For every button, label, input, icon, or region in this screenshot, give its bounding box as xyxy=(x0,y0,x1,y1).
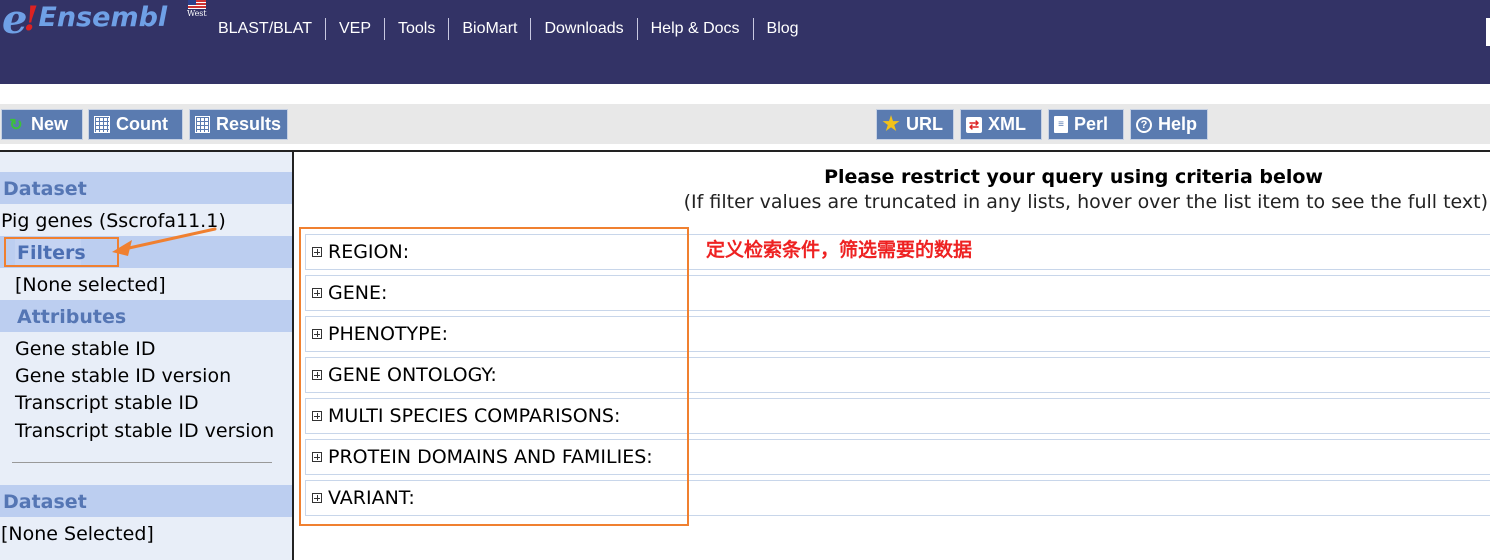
xml-button[interactable]: ⇄ XML xyxy=(960,109,1042,140)
filters-value[interactable]: [None selected] xyxy=(15,273,166,297)
expand-icon[interactable] xyxy=(312,329,322,339)
attribute-item[interactable]: Transcript stable ID version xyxy=(15,419,274,443)
nav-help-docs[interactable]: Help & Docs xyxy=(636,18,753,40)
expand-icon[interactable] xyxy=(312,370,322,380)
filter-section-variant[interactable]: VARIANT: xyxy=(305,480,1490,516)
count-button-label: Count xyxy=(116,114,168,134)
ensembl-header: e ! Ensembl West BLAST/BLAT VEP Tools Bi… xyxy=(0,0,1490,84)
nav-blog[interactable]: Blog xyxy=(752,18,812,40)
filter-section-multi-species[interactable]: MULTI SPECIES COMPARISONS: xyxy=(305,398,1490,434)
nav-vep[interactable]: VEP xyxy=(324,18,384,40)
page-title: Please restrict your query using criteri… xyxy=(824,166,1323,188)
expand-icon[interactable] xyxy=(312,247,322,257)
perl-button-label: Perl xyxy=(1074,114,1109,134)
count-button[interactable]: Count xyxy=(88,109,183,140)
results-button[interactable]: Results xyxy=(189,109,288,140)
expand-icon[interactable] xyxy=(312,493,322,503)
filter-section-label: GENE ONTOLOGY: xyxy=(328,364,497,386)
page-subtitle: (If filter values are truncated in any l… xyxy=(683,191,1488,213)
sidebar-separator xyxy=(12,462,272,463)
filter-section-label: PHENOTYPE: xyxy=(328,323,448,345)
star-icon: ★ xyxy=(882,114,900,135)
filter-section-label: PROTEIN DOMAINS AND FAMILIES: xyxy=(328,446,653,468)
filter-section-protein-domains[interactable]: PROTEIN DOMAINS AND FAMILIES: xyxy=(305,439,1490,475)
biomart-toolbar: ↻ New Count Results ★ URL ⇄ XML ≡ Perl ?… xyxy=(0,104,1490,144)
attributes-heading[interactable]: Attributes xyxy=(0,300,292,332)
attribute-item[interactable]: Gene stable ID xyxy=(15,337,155,361)
xml-file-icon: ⇄ xyxy=(966,116,982,133)
expand-icon[interactable] xyxy=(312,452,322,462)
url-button[interactable]: ★ URL xyxy=(876,109,954,140)
dataset-heading[interactable]: Dataset xyxy=(0,172,292,204)
ensembl-logo[interactable]: e ! Ensembl xyxy=(2,0,167,40)
us-flag-icon: West xyxy=(187,0,209,20)
logo-name: Ensembl xyxy=(38,2,168,33)
dataset2-value[interactable]: [None Selected] xyxy=(1,522,154,546)
filter-section-phenotype[interactable]: PHENOTYPE: xyxy=(305,316,1490,352)
question-icon: ? xyxy=(1136,116,1152,133)
filter-section-gene[interactable]: GENE: xyxy=(305,275,1490,311)
help-button-label: Help xyxy=(1158,114,1198,134)
dataset2-heading[interactable]: Dataset xyxy=(0,485,292,517)
search-box-edge[interactable] xyxy=(1486,18,1490,46)
help-button[interactable]: ? Help xyxy=(1130,109,1208,140)
url-button-label: URL xyxy=(906,114,943,134)
attribute-item[interactable]: Transcript stable ID xyxy=(15,391,199,415)
site-region-label: West xyxy=(187,9,207,18)
annotation-arrow-icon xyxy=(112,227,217,256)
expand-icon[interactable] xyxy=(312,411,322,421)
nav-downloads[interactable]: Downloads xyxy=(530,18,636,40)
filter-section-label: GENE: xyxy=(328,282,388,304)
filter-section-gene-ontology[interactable]: GENE ONTOLOGY: xyxy=(305,357,1490,393)
refresh-icon: ↻ xyxy=(9,116,23,134)
new-button[interactable]: ↻ New xyxy=(1,109,83,140)
new-button-label: New xyxy=(31,114,69,134)
table-icon xyxy=(195,116,210,133)
script-file-icon: ≡ xyxy=(1054,116,1068,133)
logo-e: e xyxy=(2,0,28,43)
filter-instructions: Please restrict your query using criteri… xyxy=(294,165,1490,215)
calculator-icon xyxy=(94,116,110,133)
nav-blast[interactable]: BLAST/BLAT xyxy=(205,18,325,40)
expand-icon[interactable] xyxy=(312,288,322,298)
annotation-text: 定义检索条件，筛选需要的数据 xyxy=(706,239,973,261)
filter-section-label: MULTI SPECIES COMPARISONS: xyxy=(328,405,621,427)
nav-biomart[interactable]: BioMart xyxy=(448,18,530,40)
top-nav: BLAST/BLAT VEP Tools BioMart Downloads H… xyxy=(205,18,812,40)
attribute-item[interactable]: Gene stable ID version xyxy=(15,364,231,388)
perl-button[interactable]: ≡ Perl xyxy=(1048,109,1124,140)
results-button-label: Results xyxy=(215,114,281,134)
xml-button-label: XML xyxy=(988,114,1026,134)
nav-tools[interactable]: Tools xyxy=(383,18,448,40)
filter-section-label: VARIANT: xyxy=(328,487,415,509)
filter-section-label: REGION: xyxy=(328,241,410,263)
